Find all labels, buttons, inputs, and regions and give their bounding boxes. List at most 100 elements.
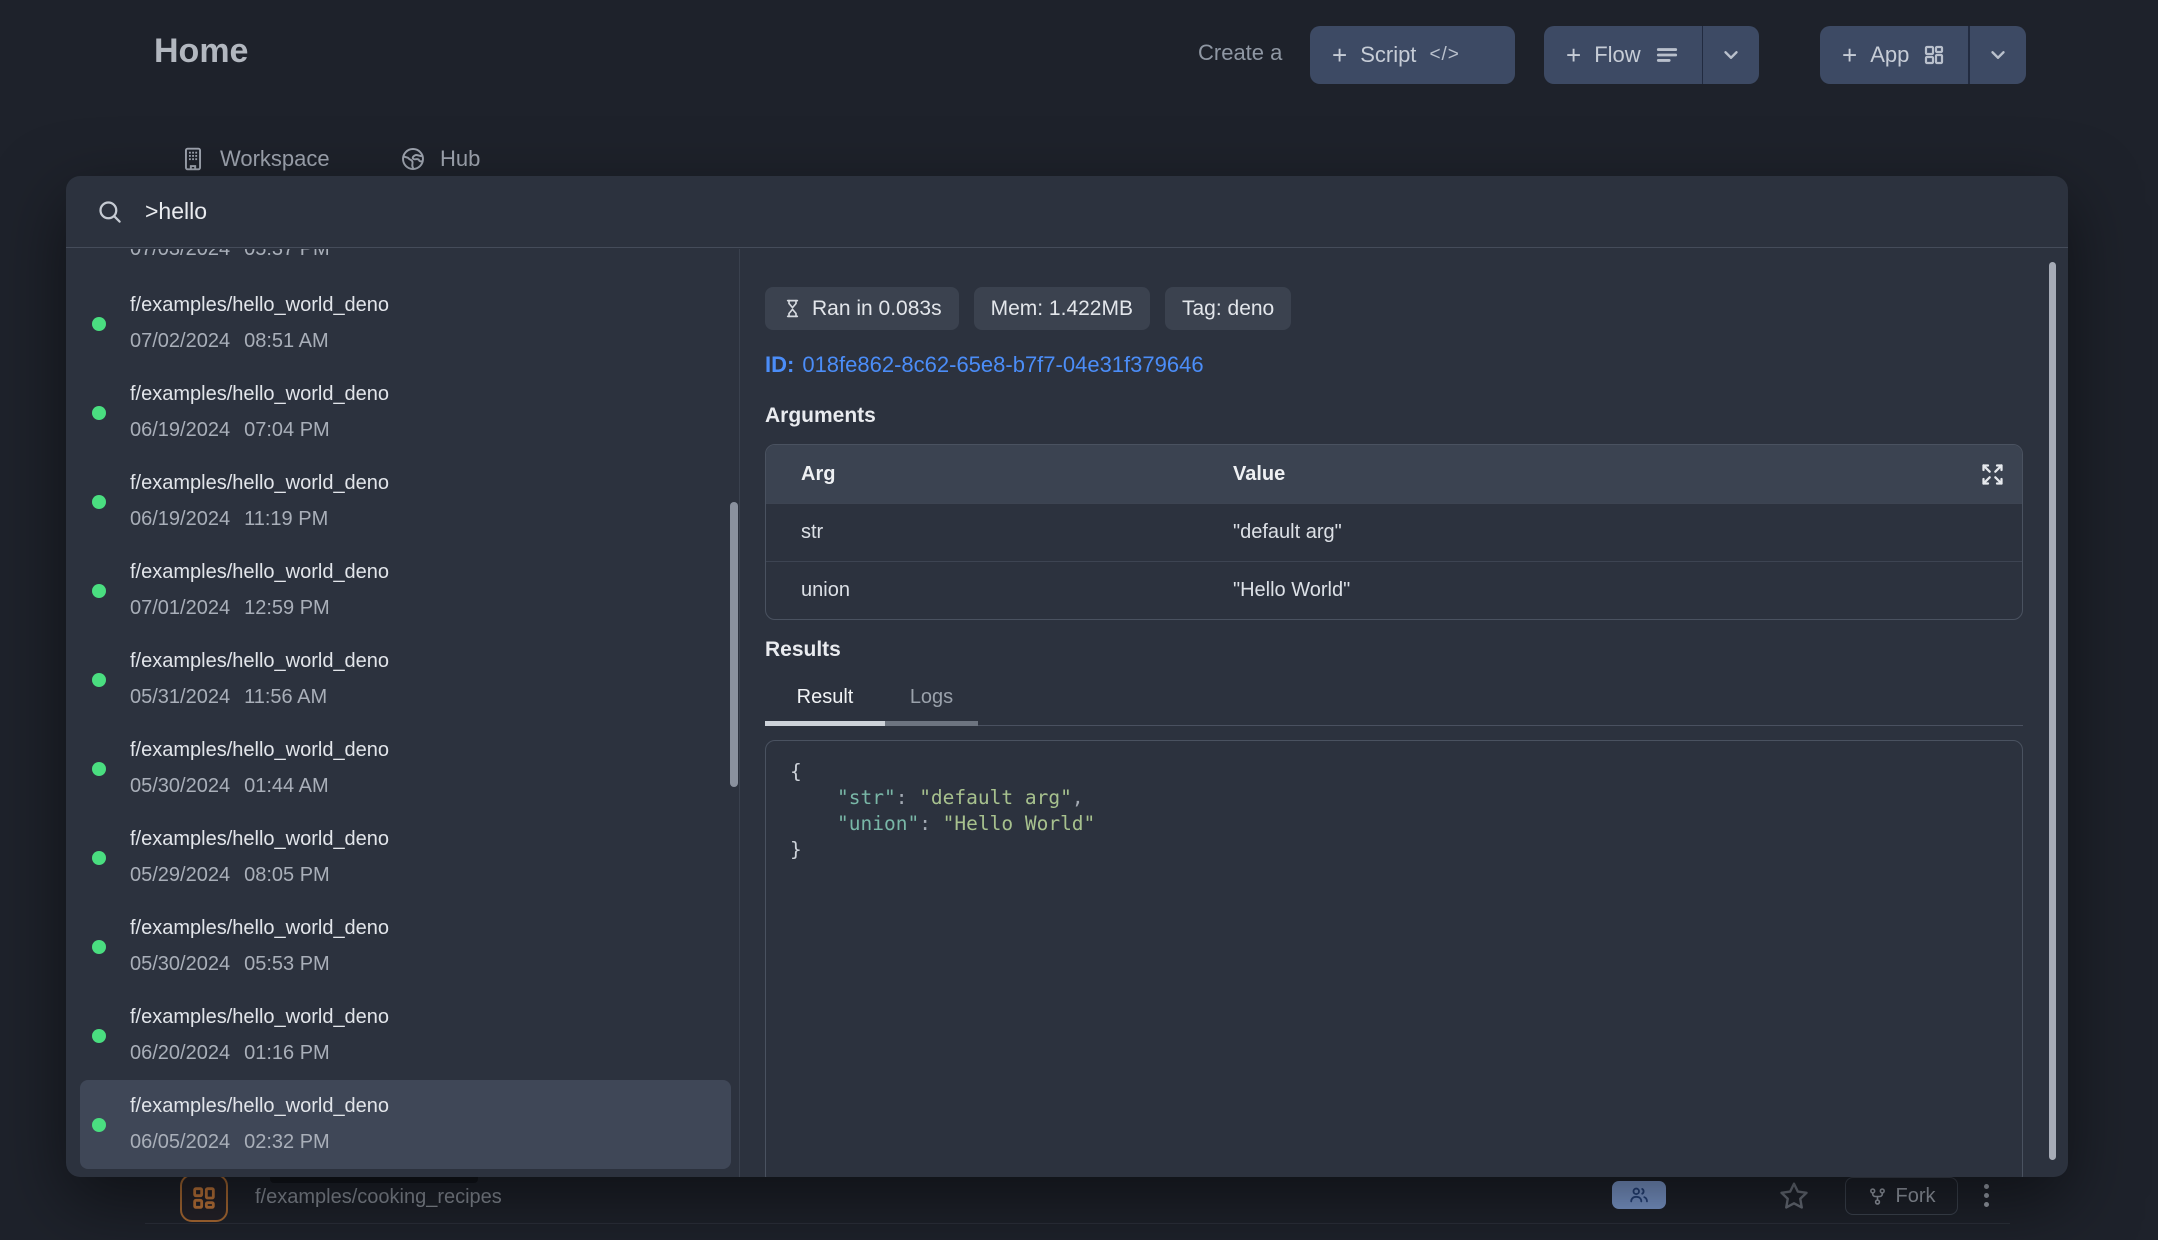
run-list-item[interactable]: f/examples/hello_world_deno 06/19/202407…: [66, 368, 739, 457]
run-path: f/examples/hello_world_deno: [130, 472, 739, 495]
create-script-main[interactable]: + Script </>: [1310, 26, 1482, 84]
building-icon: [180, 146, 206, 172]
kebab-menu-icon[interactable]: [1984, 1184, 1989, 1207]
run-time: 12:59 PM: [244, 597, 330, 619]
run-date: 07/02/2024: [130, 330, 230, 352]
cell-value: "Hello World": [1233, 579, 1962, 602]
json-line: "str": "default arg",: [790, 785, 1998, 811]
run-list-item[interactable]: f/examples/hello_world_deno 05/31/2024 11…: [66, 635, 739, 724]
create-app-button[interactable]: + App: [1820, 26, 2026, 84]
run-badges: Ran in 0.083s Mem: 1.422MB Tag: deno: [765, 287, 2023, 330]
json-line: "union": "Hello World": [790, 811, 1998, 837]
run-details-panel: Ran in 0.083s Mem: 1.422MB Tag: deno ID:…: [740, 249, 2068, 1177]
table-row: union "Hello World": [766, 561, 2022, 619]
run-list-item[interactable]: f/examples/hello_world_deno 06/20/202401…: [66, 991, 739, 1080]
run-time: 05:37 PM: [244, 249, 330, 260]
run-path: f/examples/hello_world_deno: [130, 917, 739, 940]
arguments-table: Arg Value str "default arg": [765, 444, 2023, 620]
run-list-item[interactable]: f/examples/hello_world_deno 05/30/202405…: [66, 902, 739, 991]
fork-button[interactable]: Fork: [1845, 1177, 1958, 1215]
chevron-down-icon: [1720, 44, 1742, 66]
app-dropdown-chevron[interactable]: [1970, 26, 2026, 84]
tab-logs[interactable]: Logs: [885, 686, 978, 709]
arguments-table-header: Arg Value: [766, 445, 2022, 503]
run-list-item-partial[interactable]: 07/03/202405:37 PM: [66, 249, 739, 279]
active-tab-indicator: [765, 721, 885, 726]
run-time: 08:51 AM: [244, 330, 329, 352]
create-script-button[interactable]: + Script </>: [1310, 26, 1515, 84]
run-list-item-selected[interactable]: f/examples/hello_world_deno 06/05/202402…: [80, 1080, 731, 1169]
run-list-item[interactable]: f/examples/hello_world_deno 07/02/2024 08…: [66, 279, 739, 368]
app-grid-icon: [1922, 43, 1946, 67]
status-dot-success: [92, 673, 106, 687]
run-list-item[interactable]: f/examples/hello_world_deno 06/19/202411…: [66, 457, 739, 546]
run-path: f/examples/hello_world_deno: [130, 1006, 739, 1029]
tab-hub[interactable]: Hub: [400, 146, 480, 172]
status-dot-success: [92, 317, 106, 331]
run-list-item[interactable]: f/examples/hello_world_deno 05/30/202401…: [66, 724, 739, 813]
tab-result[interactable]: Result: [765, 686, 885, 709]
script-button-label: Script: [1360, 42, 1416, 68]
cell-arg: union: [766, 579, 1233, 602]
row-divider: [145, 1223, 2010, 1224]
table-row: str "default arg": [766, 503, 2022, 561]
run-date: 06/19/2024: [130, 508, 230, 530]
results-tabbar: Result Logs: [765, 682, 2023, 726]
flow-dropdown-chevron[interactable]: [1703, 26, 1759, 84]
result-json-viewer: { "str": "default arg", "union": "Hello …: [765, 740, 2023, 1177]
globe-icon: [400, 146, 426, 172]
hourglass-icon: [782, 298, 803, 319]
run-id-value: 018fe862-8c62-65e8-b7f7-04e31f379646: [802, 352, 1203, 377]
run-date: 05/31/2024: [130, 686, 230, 708]
run-path: f/examples/hello_world_deno: [130, 294, 739, 317]
run-path: f/examples/hello_world_deno: [130, 1095, 731, 1118]
column-header-arg: Arg: [766, 463, 1233, 486]
flow-button-label: Flow: [1594, 42, 1640, 68]
run-path: f/examples/hello_world_deno: [130, 561, 739, 584]
tab-workspace[interactable]: Workspace: [180, 146, 330, 172]
users-icon: [1628, 1184, 1650, 1206]
run-time: 02:32 PM: [244, 1131, 330, 1153]
status-dot-success: [92, 1118, 106, 1132]
status-dot-success: [92, 584, 106, 598]
list-scrollbar-thumb[interactable]: [730, 502, 738, 787]
run-id-link[interactable]: ID: 018fe862-8c62-65e8-b7f7-04e31f379646: [765, 352, 2023, 378]
create-flow-button[interactable]: + Flow: [1544, 26, 1759, 84]
run-list-item[interactable]: f/examples/hello_world_deno 07/01/2024 12…: [66, 546, 739, 635]
favorite-star-icon[interactable]: [1778, 1180, 1810, 1212]
tab-workspace-label: Workspace: [220, 146, 330, 172]
run-date: 07/01/2024: [130, 597, 230, 619]
expand-icon: [1979, 461, 2006, 488]
expand-table-button[interactable]: [1962, 461, 2022, 488]
global-search-modal: 07/03/202405:37 PM f/examples/hello_worl…: [66, 176, 2068, 1177]
run-time: 11:56 AM: [244, 686, 327, 708]
status-dot-success: [92, 762, 106, 776]
create-app-main[interactable]: + App: [1820, 26, 1968, 84]
inactive-tab-indicator: [885, 721, 978, 726]
run-list: 07/03/202405:37 PM f/examples/hello_worl…: [66, 249, 740, 1177]
run-id-label: ID:: [765, 352, 794, 377]
memory-badge: Mem: 1.422MB: [974, 287, 1150, 330]
duration-badge-label: Ran in 0.083s: [812, 297, 942, 321]
run-path: f/examples/hello_world_deno: [130, 828, 739, 851]
page-title: Home: [154, 32, 248, 71]
tab-underline-track: [765, 721, 2023, 726]
chevron-down-icon: [1987, 44, 2009, 66]
fork-button-label: Fork: [1896, 1185, 1936, 1208]
search-icon: [96, 198, 123, 225]
modal-scrollbar-thumb[interactable]: [2049, 262, 2056, 1160]
json-line: }: [790, 837, 1998, 863]
run-date: 05/30/2024: [130, 953, 230, 975]
create-flow-main[interactable]: + Flow: [1544, 26, 1702, 84]
app-button-label: App: [1870, 42, 1909, 68]
run-time: 01:44 AM: [244, 775, 329, 797]
plus-icon: +: [1842, 40, 1857, 71]
tab-hub-label: Hub: [440, 146, 480, 172]
search-input[interactable]: [145, 198, 2068, 225]
run-list-item[interactable]: f/examples/hello_world_deno 05/29/202408…: [66, 813, 739, 902]
search-row: [66, 176, 2068, 248]
run-path: f/examples/hello_world_deno: [130, 650, 739, 673]
memory-badge-label: Mem: 1.422MB: [991, 297, 1133, 321]
run-date: 06/19/2024: [130, 419, 230, 441]
tag-badge-label: Tag: deno: [1182, 297, 1274, 321]
